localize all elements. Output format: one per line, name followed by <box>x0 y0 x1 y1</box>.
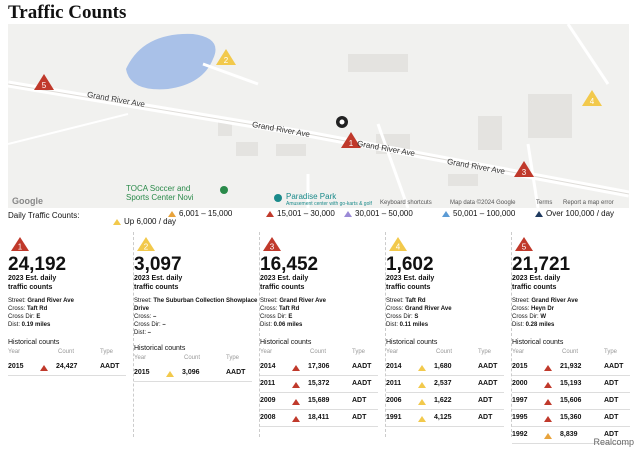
triangle-icon <box>544 382 552 388</box>
marker-4[interactable]: 4 <box>582 90 602 106</box>
page-title: Traffic Counts <box>8 2 127 23</box>
soccer-poi-icon <box>220 186 228 194</box>
daily-count: 21,721 <box>512 254 571 275</box>
legend-label: Daily Traffic Counts: <box>8 211 80 220</box>
svg-text:1: 1 <box>18 243 23 252</box>
svg-text:5: 5 <box>522 243 527 252</box>
legend-item: Up 6,000 / day <box>113 217 176 226</box>
triangle-icon <box>292 399 300 405</box>
rank-badge-icon: 4 <box>389 237 407 252</box>
location-details: Street: Grand River Ave Cross: Heyn Dr Cro… <box>512 298 578 328</box>
realcomp-logo: Realcomp <box>593 437 634 447</box>
map-canvas: 5 2 1 3 4 <box>8 24 629 208</box>
legend-item: 30,001 – 50,000 <box>344 209 413 218</box>
triangle-icon <box>168 210 176 217</box>
lake <box>126 33 216 90</box>
triangle-icon <box>418 416 426 422</box>
count-caption: 2023 Est. daily traffic counts <box>512 275 561 291</box>
count-caption: 2023 Est. daily traffic counts <box>134 275 183 291</box>
location-pin-icon <box>336 116 348 128</box>
legend-item: 15,001 – 30,000 <box>266 209 335 218</box>
historical-counts-title: Historical counts <box>134 345 186 352</box>
traffic-card-1: 1 24,192 2023 Est. daily traffic counts Stre… <box>8 232 134 437</box>
triangle-icon <box>40 365 48 371</box>
rank-badge-icon: 5 <box>515 237 533 252</box>
google-logo: Google <box>12 196 43 206</box>
svg-text:4: 4 <box>396 243 401 252</box>
rank-badge-icon: 2 <box>137 237 155 252</box>
triangle-icon <box>544 399 552 405</box>
count-caption: 2023 Est. daily traffic counts <box>8 275 57 291</box>
triangle-icon <box>418 365 426 371</box>
daily-count: 3,097 <box>134 254 182 275</box>
poi-label[interactable]: TOCA Soccer and Sports Center Novi <box>126 184 194 202</box>
terms-link[interactable]: Terms <box>536 200 552 206</box>
triangle-icon <box>292 365 300 371</box>
park-poi-icon <box>274 194 282 202</box>
triangle-icon <box>544 416 552 422</box>
location-details: Street: Grand River Ave Cross: Taft Rd Cro… <box>8 298 74 328</box>
svg-text:1: 1 <box>349 139 354 148</box>
triangle-icon <box>544 365 552 371</box>
triangle-icon <box>166 371 174 377</box>
svg-text:2: 2 <box>224 56 229 65</box>
triangle-icon <box>113 218 121 225</box>
triangle-icon <box>266 210 274 217</box>
historical-counts-title: Historical counts <box>8 339 60 346</box>
legend-item: 6,001 – 15,000 <box>168 209 232 218</box>
location-details: Street: Grand River Ave Cross: Taft Rd Cro… <box>260 298 326 328</box>
traffic-map[interactable]: 5 2 1 3 4 Grand River Ave Grand River Av… <box>8 24 629 208</box>
triangle-icon <box>418 399 426 405</box>
triangle-icon <box>535 210 543 217</box>
traffic-cards: 1 24,192 2023 Est. daily traffic counts Stre… <box>0 232 640 450</box>
triangle-icon <box>292 416 300 422</box>
triangle-icon <box>442 210 450 217</box>
traffic-card-3: 3 16,452 2023 Est. daily traffic counts Stre… <box>260 232 386 437</box>
legend-item: Over 100,000 / day <box>535 209 614 218</box>
svg-text:3: 3 <box>270 243 275 252</box>
report-map-error-link[interactable]: Report a map error <box>563 200 614 206</box>
daily-count: 16,452 <box>260 254 319 275</box>
traffic-card-5: 5 21,721 2023 Est. daily traffic counts Stre… <box>512 232 637 444</box>
rank-badge-icon: 3 <box>263 237 281 252</box>
marker-5[interactable]: 5 <box>34 74 54 90</box>
map-data-attribution: Map data ©2024 Google <box>450 200 516 206</box>
historical-counts-title: Historical counts <box>260 339 312 346</box>
triangle-icon <box>292 382 300 388</box>
triangle-icon <box>344 210 352 217</box>
svg-text:3: 3 <box>522 168 527 177</box>
location-details: Street: Taft Rd Cross: Grand River Ave Cro… <box>386 298 452 328</box>
svg-text:5: 5 <box>42 81 47 90</box>
historical-counts-title: Historical counts <box>386 339 438 346</box>
count-caption: 2023 Est. daily traffic counts <box>260 275 309 291</box>
daily-count: 24,192 <box>8 254 67 275</box>
svg-text:4: 4 <box>590 97 595 106</box>
traffic-card-4: 4 1,602 2023 Est. daily traffic counts Stree… <box>386 232 512 437</box>
traffic-legend: Daily Traffic Counts: Up 6,000 / day 6,0… <box>8 209 629 231</box>
traffic-card-2: 2 3,097 2023 Est. daily traffic counts Stree… <box>134 232 260 437</box>
location-details: Street: The Suburban Collection Showplac… <box>134 298 258 336</box>
daily-count: 1,602 <box>386 254 434 275</box>
rank-badge-icon: 1 <box>11 237 29 252</box>
triangle-icon <box>544 433 552 439</box>
keyboard-shortcuts-link[interactable]: Keyboard shortcuts <box>380 200 432 206</box>
marker-2[interactable]: 2 <box>216 49 236 65</box>
triangle-icon <box>418 382 426 388</box>
legend-item: 50,001 – 100,000 <box>442 209 515 218</box>
svg-text:2: 2 <box>144 243 149 252</box>
count-caption: 2023 Est. daily traffic counts <box>386 275 435 291</box>
poi-label[interactable]: Paradise Park Amusement center with go-ka… <box>286 192 372 207</box>
historical-counts-title: Historical counts <box>512 339 564 346</box>
